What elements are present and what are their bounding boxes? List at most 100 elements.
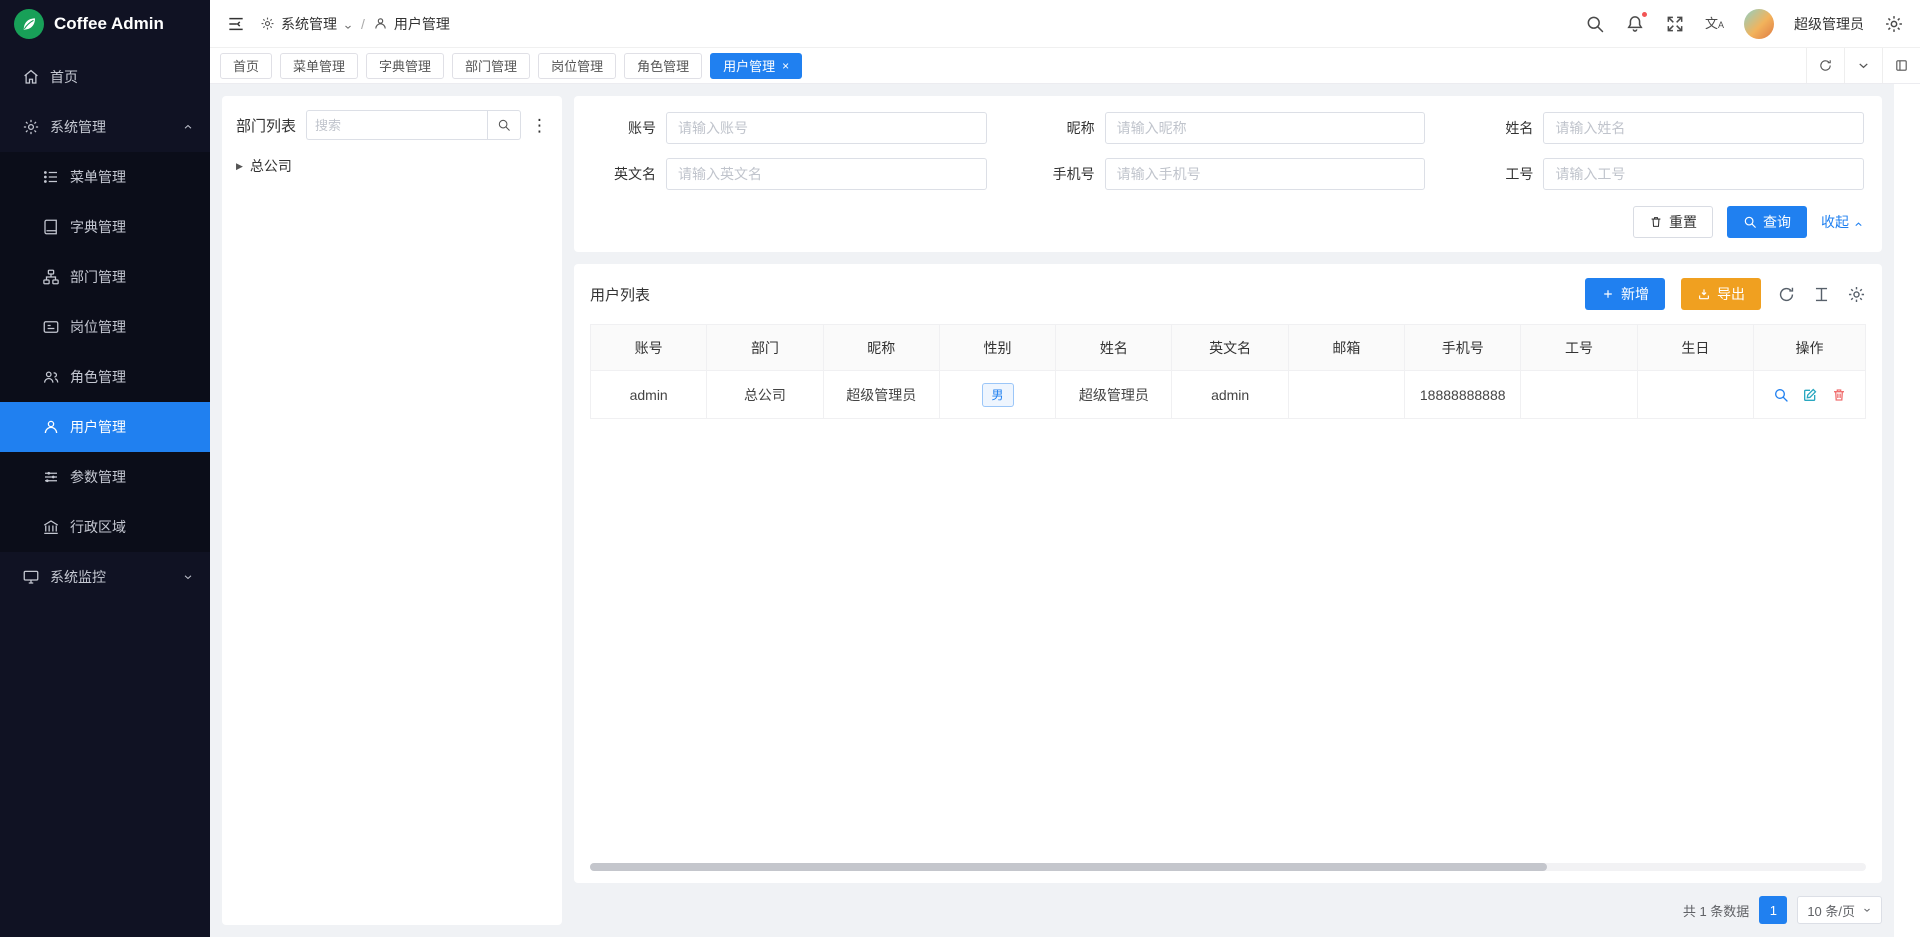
column-header: 手机号 (1405, 325, 1521, 371)
tab-close-icon[interactable]: × (782, 60, 789, 72)
avatar[interactable] (1744, 9, 1774, 39)
translate-icon[interactable]: 文A (1705, 17, 1724, 30)
cell-operations (1754, 371, 1866, 419)
sidebar-item-role-mgmt[interactable]: 角色管理 (0, 352, 210, 402)
sidebar-item-param-mgmt[interactable]: 参数管理 (0, 452, 210, 502)
caret-right-icon[interactable]: ▶ (236, 161, 243, 172)
page-size-select[interactable]: 10 条/页 (1797, 896, 1882, 924)
tree-node-head-office[interactable]: ▶ 总公司 (236, 156, 548, 176)
search-form-grid: 账号 昵称 姓名 英文 (592, 112, 1864, 190)
form-item-nickname: 昵称 (1031, 112, 1426, 144)
tab-menu-mgmt[interactable]: 菜单管理 (280, 53, 358, 79)
refresh-icon[interactable] (1777, 285, 1796, 304)
settings-gear-icon[interactable] (1884, 14, 1904, 34)
tree-node-label: 总公司 (250, 156, 292, 176)
current-user-name[interactable]: 超级管理员 (1794, 14, 1864, 34)
cell-work-id (1521, 371, 1637, 419)
app-root: Coffee Admin 首页 系统管理 菜单管理 字典管理 (0, 0, 1920, 937)
column-settings-gear-icon[interactable] (1847, 285, 1866, 304)
field-label: 英文名 (592, 164, 656, 184)
field-label: 工号 (1469, 164, 1533, 184)
sidebar-item-dict-mgmt[interactable]: 字典管理 (0, 202, 210, 252)
refresh-icon[interactable] (1806, 48, 1844, 83)
menu-fold-icon[interactable] (226, 14, 246, 34)
main-column: 系统管理 / 用户管理 文A 超级管理员 首页 菜单管理 字典管理 部门管理 (210, 0, 1920, 937)
tab-dept-mgmt[interactable]: 部门管理 (452, 53, 530, 79)
tab-role-mgmt[interactable]: 角色管理 (624, 53, 702, 79)
sidebar-item-user-mgmt[interactable]: 用户管理 (0, 402, 210, 452)
export-button[interactable]: 导出 (1681, 278, 1761, 310)
reset-button-label: 重置 (1669, 212, 1697, 232)
sidebar-item-label: 角色管理 (70, 367, 126, 387)
search-icon (1743, 215, 1757, 229)
cell-name: 超级管理员 (1056, 371, 1172, 419)
tab-dict-mgmt[interactable]: 字典管理 (366, 53, 444, 79)
bell-icon[interactable] (1625, 14, 1645, 34)
cell-english-name: admin (1172, 371, 1288, 419)
view-icon[interactable] (1773, 387, 1789, 403)
column-header: 姓名 (1056, 325, 1172, 371)
user-list-title: 用户列表 (590, 284, 650, 305)
layout-icon[interactable] (1882, 48, 1920, 83)
work-id-input[interactable] (1543, 158, 1864, 190)
sidebar-item-menu-mgmt[interactable]: 菜单管理 (0, 152, 210, 202)
reset-button[interactable]: 重置 (1633, 206, 1713, 238)
sidebar-item-dept-mgmt[interactable]: 部门管理 (0, 252, 210, 302)
column-header: 昵称 (823, 325, 939, 371)
tab-label: 字典管理 (379, 56, 431, 75)
chevron-down-icon (343, 19, 353, 29)
sidebar-item-label: 系统管理 (50, 117, 106, 137)
sidebar-item-post-mgmt[interactable]: 岗位管理 (0, 302, 210, 352)
tab-home[interactable]: 首页 (220, 53, 272, 79)
sidebar-item-label: 菜单管理 (70, 167, 126, 187)
breadcrumb-item[interactable]: 用户管理 (394, 14, 450, 34)
edit-icon[interactable] (1802, 387, 1818, 403)
tab-user-mgmt[interactable]: 用户管理 × (710, 53, 802, 79)
collapse-button[interactable]: 收起 (1821, 212, 1864, 232)
phone-input[interactable] (1105, 158, 1426, 190)
sidebar-item-system-monitor[interactable]: 系统监控 (0, 552, 210, 602)
chevron-down-icon[interactable] (1844, 48, 1882, 83)
plus-icon (1601, 287, 1615, 301)
book-icon (42, 218, 60, 236)
fullscreen-icon[interactable] (1665, 14, 1685, 34)
scrollbar-thumb[interactable] (590, 863, 1547, 871)
name-input[interactable] (1543, 112, 1864, 144)
sidebar-item-admin-region[interactable]: 行政区域 (0, 502, 210, 552)
department-panel-header: 部门列表 ⋮ (236, 110, 548, 140)
sidebar-item-label: 参数管理 (70, 467, 126, 487)
density-icon[interactable] (1812, 285, 1831, 304)
more-options-icon[interactable]: ⋮ (531, 117, 548, 134)
page-number-button[interactable]: 1 (1759, 896, 1787, 924)
add-user-button[interactable]: 新增 (1585, 278, 1665, 310)
column-header: 英文名 (1172, 325, 1288, 371)
main-body: 部门列表 ⋮ ▶ 总公司 (210, 84, 1920, 937)
table-row[interactable]: admin 总公司 超级管理员 男 超级管理员 admin 1888888888… (591, 371, 1866, 419)
sidebar-item-system-mgmt[interactable]: 系统管理 (0, 102, 210, 152)
form-item-account: 账号 (592, 112, 987, 144)
breadcrumb-item[interactable]: 系统管理 (281, 14, 337, 34)
table-empty-space (590, 419, 1866, 855)
department-search-input[interactable] (306, 110, 487, 140)
query-button[interactable]: 查询 (1727, 206, 1807, 238)
column-header: 操作 (1754, 325, 1866, 371)
chevron-down-icon (1862, 905, 1872, 915)
nickname-input[interactable] (1105, 112, 1426, 144)
delete-icon[interactable] (1831, 387, 1847, 403)
english-name-input[interactable] (666, 158, 987, 190)
form-item-work-id: 工号 (1469, 158, 1864, 190)
sidebar-item-home[interactable]: 首页 (0, 52, 210, 102)
collapse-button-label: 收起 (1821, 212, 1849, 232)
account-input[interactable] (666, 112, 987, 144)
sidebar-item-label: 系统监控 (50, 567, 106, 587)
id-card-icon (42, 318, 60, 336)
org-tree-icon (42, 268, 60, 286)
search-icon[interactable] (487, 110, 521, 140)
download-icon (1697, 287, 1711, 301)
column-header: 账号 (591, 325, 707, 371)
tab-post-mgmt[interactable]: 岗位管理 (538, 53, 616, 79)
tab-label: 用户管理 (723, 56, 775, 75)
form-item-english-name: 英文名 (592, 158, 987, 190)
search-icon[interactable] (1585, 14, 1605, 34)
breadcrumb-separator: / (361, 16, 365, 32)
